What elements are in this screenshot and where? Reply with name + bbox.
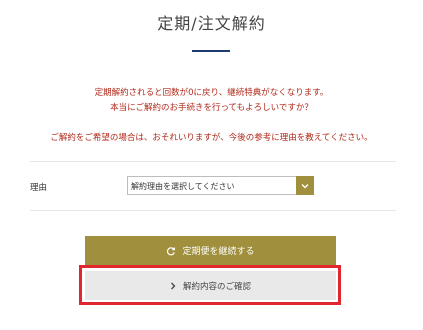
reason-select[interactable]: 解約理由を選択してください bbox=[127, 176, 314, 195]
confirm-cancellation-label: 解約内容のご確認 bbox=[182, 281, 251, 292]
warning-line-3: ご解約をご希望の場合は、おそれいりますが、今後の参考に理由を教えてください。 bbox=[50, 133, 373, 143]
chevron-right-icon bbox=[171, 282, 176, 289]
divider-bottom bbox=[30, 210, 396, 211]
chevron-down-icon bbox=[301, 183, 309, 188]
reason-label: 理由 bbox=[30, 183, 48, 193]
reason-select-value: 解約理由を選択してください bbox=[131, 182, 235, 191]
divider-top bbox=[30, 161, 396, 162]
continue-subscription-label: 定期便を継続する bbox=[182, 247, 255, 257]
title-underline bbox=[192, 50, 230, 52]
warning-line-1: 定期解約されると回数が0に戻り、継続特典がなくなります。 bbox=[94, 88, 329, 98]
continue-subscription-button[interactable]: 定期便を継続する bbox=[85, 236, 336, 265]
refresh-icon bbox=[167, 246, 176, 255]
confirm-cancellation-button[interactable]: 解約内容のご確認 bbox=[85, 271, 336, 300]
page-title: 定期/注文解約 bbox=[157, 14, 266, 33]
select-dropdown-button[interactable] bbox=[296, 176, 314, 195]
warning-line-2: 本当にご解約のお手続きを行ってもよろしいですか？ bbox=[110, 103, 313, 113]
